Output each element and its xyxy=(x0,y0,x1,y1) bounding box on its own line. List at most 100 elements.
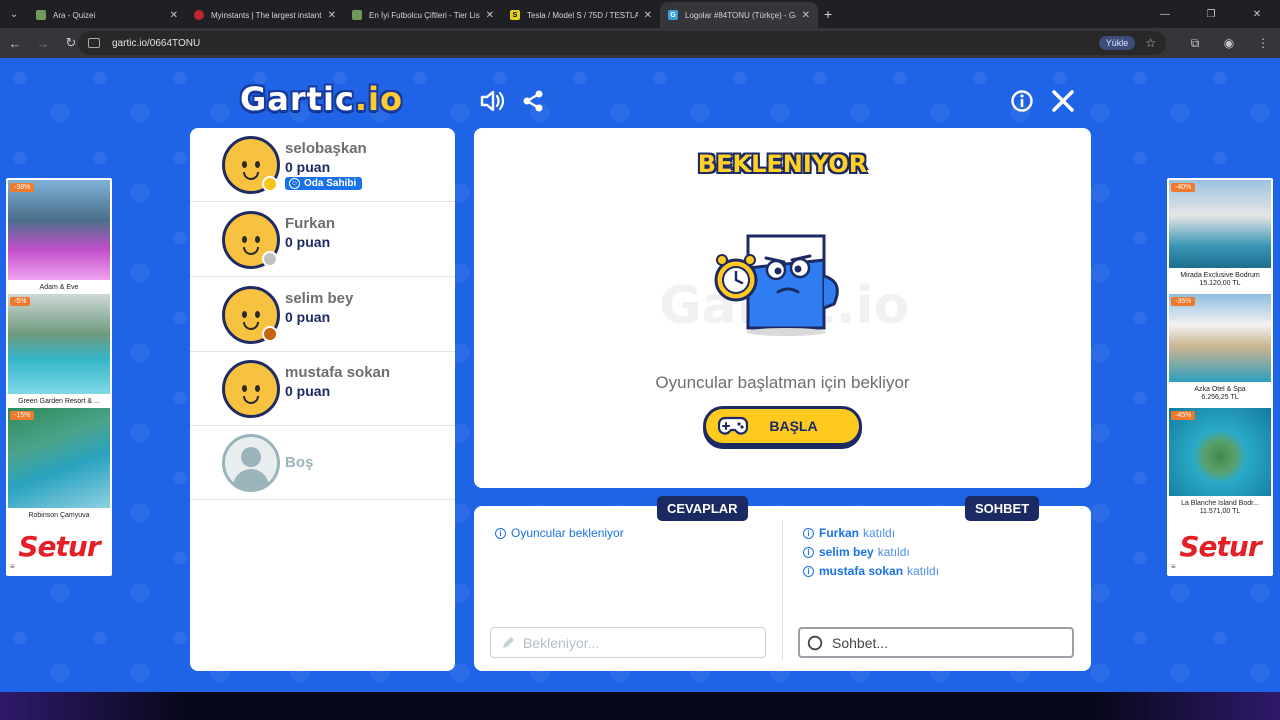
player-status-dot xyxy=(262,326,278,342)
ad-hotel-image: -5% xyxy=(8,294,110,394)
player-status-dot xyxy=(262,251,278,267)
ad-hotel-image: -45% xyxy=(1169,408,1271,496)
browser-tab[interactable]: S Tesla / Model S / 75D / TESTLA ✕ xyxy=(502,2,660,28)
chat-bubble-icon xyxy=(807,635,823,651)
close-window-icon[interactable]: ✕ xyxy=(1234,0,1280,28)
ad-item[interactable]: -5% Green Garden Resort & ... xyxy=(8,294,110,408)
omnibox-actions: Yükle ☆ xyxy=(1098,31,1166,55)
tab-favicon-icon xyxy=(352,10,362,20)
waiting-mascot-icon xyxy=(714,234,839,336)
ad-discount: -38% xyxy=(10,183,35,192)
player-name: selim bey xyxy=(285,290,354,307)
waiting-message: Oyuncular başlatman için bekliyor xyxy=(655,373,910,392)
ad-item[interactable]: -40% Mirada Exclusive Bodrum 15.120,00 T… xyxy=(1169,180,1271,294)
chat-message: i mustafa sokan katıldı xyxy=(803,564,939,578)
browser-tab-active[interactable]: G Logolar #84TONU (Türkçe) - Ga ✕ xyxy=(660,2,818,28)
logo-suffix: .io xyxy=(354,80,403,118)
ad-item[interactable]: -15% Robinson Çamyuva xyxy=(8,408,110,522)
tab-title: En İyi Futbolcu Çiftleri - Tier Lis xyxy=(369,10,480,20)
pencil-icon xyxy=(503,637,514,648)
browser-tab[interactable]: Myinstants | The largest instant ✕ xyxy=(186,2,344,28)
info-circle-icon: i xyxy=(495,527,506,539)
tab-close-icon[interactable]: ✕ xyxy=(486,10,494,21)
tab-title: Ara - Quizei xyxy=(53,10,96,20)
player-status-dot xyxy=(262,176,278,192)
ad-hotel-name: Robinson Çamyuva xyxy=(28,512,90,519)
tab-title: Tesla / Model S / 75D / TESTLA xyxy=(527,10,638,20)
player-row[interactable]: Furkan 0 puan xyxy=(190,203,455,277)
profile-avatar-icon[interactable]: ◉ xyxy=(1212,36,1246,50)
gartic-logo: Gartic.io xyxy=(240,80,403,118)
player-row[interactable]: selobaşkan 0 puan ☺ Oda Sahibi xyxy=(190,128,455,202)
ad-item[interactable]: -35% Azka Otel & Spa 6.256,25 TL xyxy=(1169,294,1271,408)
player-avatar xyxy=(222,360,280,418)
bottom-decor-strip xyxy=(0,692,1280,720)
info-icon[interactable] xyxy=(1009,88,1035,114)
start-button[interactable]: BAŞLA xyxy=(703,406,862,446)
close-icon[interactable] xyxy=(1050,88,1076,114)
setur-logo: Setur xyxy=(18,530,100,563)
chat-message-text: katıldı xyxy=(863,526,896,540)
site-settings-icon[interactable] xyxy=(88,38,100,48)
owner-icon: ☺ xyxy=(289,178,300,189)
player-score: 0 puan xyxy=(285,309,331,325)
ad-hotel-name: Azka Otel & Spa xyxy=(1194,386,1246,393)
ad-menu-icon[interactable]: ≡ xyxy=(10,562,15,571)
browser-tab[interactable]: Ara - Quizei ✕ xyxy=(28,2,186,28)
ad-hotel-name: Adam & Eve xyxy=(39,284,79,291)
tab-close-icon[interactable]: ✕ xyxy=(644,10,652,21)
tab-search-icon[interactable]: ⌄ xyxy=(0,0,28,28)
panel-divider xyxy=(782,520,783,660)
chat-input[interactable] xyxy=(798,627,1074,658)
browser-tab[interactable]: En İyi Futbolcu Çiftleri - Tier Lis ✕ xyxy=(344,2,502,28)
chat-message-user: mustafa sokan xyxy=(819,564,904,578)
ad-hotel-name: Mirada Exclusive Bodrum xyxy=(1180,272,1260,279)
gamepad-icon xyxy=(718,416,748,435)
sound-icon[interactable] xyxy=(479,88,505,114)
forward-arrow-icon[interactable]: → xyxy=(30,30,56,56)
game-area: Gartic.io selobaşkan 0 puan ☺ Oda Sahibi … xyxy=(0,58,1280,692)
bookmark-star-icon[interactable]: ☆ xyxy=(1145,36,1156,50)
url-bar[interactable]: gartic.io/0664TONU Yükle ☆ xyxy=(78,31,1166,55)
ad-hotel-image: -40% xyxy=(1169,180,1271,268)
tab-close-icon[interactable]: ✕ xyxy=(802,10,810,21)
player-row[interactable]: selim bey 0 puan xyxy=(190,278,455,352)
info-circle-icon: i xyxy=(803,565,814,577)
owner-badge-label: Oda Sahibi xyxy=(304,178,357,189)
tab-favicon-icon xyxy=(194,10,204,20)
answers-message-text: Oyuncular bekleniyor xyxy=(511,526,624,540)
ad-item[interactable]: -38% Adam & Eve xyxy=(8,180,110,294)
tab-title: Myinstants | The largest instant xyxy=(211,10,322,20)
players-panel: selobaşkan 0 puan ☺ Oda Sahibi Furkan 0 p… xyxy=(190,128,455,671)
answers-label: CEVAPLAR xyxy=(657,496,748,521)
player-name: selobaşkan xyxy=(285,140,367,157)
player-row[interactable]: mustafa sokan 0 puan xyxy=(190,352,455,426)
chat-message-user: Furkan xyxy=(819,526,860,540)
chat-message-text: katıldı xyxy=(877,545,910,559)
share-icon[interactable] xyxy=(520,88,546,114)
player-name: mustafa sokan xyxy=(285,364,391,381)
ad-hotel-image: -15% xyxy=(8,408,110,508)
ad-hotel-image: -35% xyxy=(1169,294,1271,382)
ad-discount: -45% xyxy=(1171,411,1196,420)
maximize-icon[interactable]: ❐ xyxy=(1188,0,1234,28)
ad-hotel-price: 11.571,00 TL xyxy=(1199,508,1241,515)
tab-favicon-icon xyxy=(36,10,46,20)
tab-close-icon[interactable]: ✕ xyxy=(328,10,336,21)
browser-menu-icon[interactable]: ⋮ xyxy=(1246,36,1280,50)
empty-avatar-icon xyxy=(222,434,280,492)
new-tab-icon[interactable]: + xyxy=(824,6,832,22)
tab-close-icon[interactable]: ✕ xyxy=(170,10,178,21)
empty-slot-label: Boş xyxy=(285,454,314,471)
ad-menu-icon[interactable]: ≡ xyxy=(1171,562,1176,571)
minimize-icon[interactable]: — xyxy=(1142,0,1188,28)
extensions-puzzle-icon[interactable]: ⧉ xyxy=(1178,36,1212,51)
ad-hotel-name: Green Garden Resort & ... xyxy=(18,398,100,405)
right-ad-banner[interactable]: -40% Mirada Exclusive Bodrum 15.120,00 T… xyxy=(1167,178,1273,576)
player-name: Furkan xyxy=(285,215,336,232)
upload-button[interactable]: Yükle xyxy=(1098,36,1136,50)
left-ad-banner[interactable]: -38% Adam & Eve -5% Green Garden Resort … xyxy=(6,178,112,576)
answer-input[interactable] xyxy=(490,627,766,658)
back-arrow-icon[interactable]: ← xyxy=(2,30,28,56)
ad-item[interactable]: -45% La Blanche Island Bodr... 11.571,00… xyxy=(1169,408,1271,522)
